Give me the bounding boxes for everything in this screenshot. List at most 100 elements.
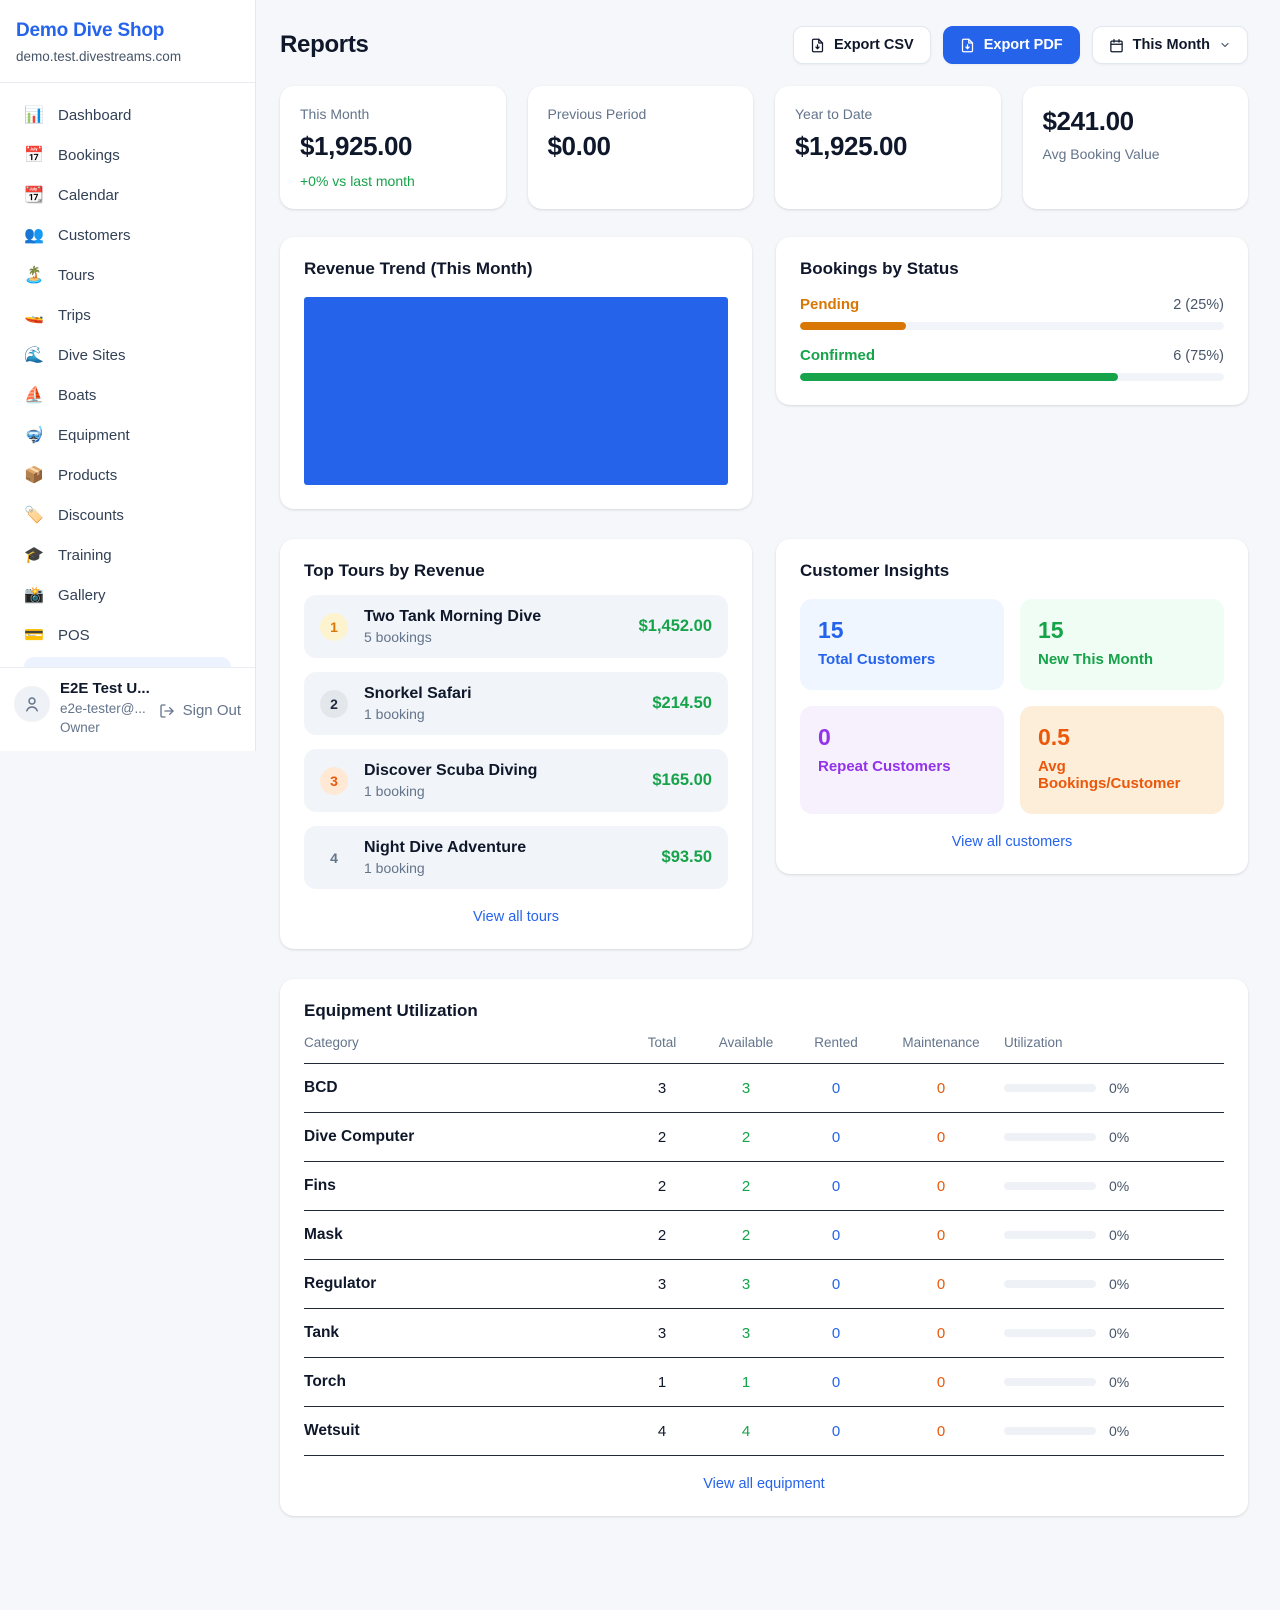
header-actions: Export CSV Export PDF This Month <box>793 26 1248 64</box>
bookings-status-title: Bookings by Status <box>800 259 1224 279</box>
sidebar-item-tours[interactable]: 🏝️ Tours <box>12 257 243 294</box>
cell-rented: 0 <box>794 1374 878 1391</box>
sidebar-item-products[interactable]: 📦 Products <box>12 457 243 494</box>
cell-category: Fins <box>304 1177 626 1195</box>
cell-rented: 0 <box>794 1129 878 1146</box>
period-dropdown[interactable]: This Month <box>1092 26 1248 64</box>
export-pdf-button[interactable]: Export PDF <box>943 26 1080 64</box>
person-icon <box>23 695 41 713</box>
period-label: This Month <box>1133 37 1210 53</box>
cell-maintenance: 0 <box>878 1276 1004 1293</box>
view-all-equipment-link[interactable]: View all equipment <box>304 1476 1224 1492</box>
sidebar-item-reports-partial[interactable] <box>24 657 231 667</box>
cell-maintenance: 0 <box>878 1178 1004 1195</box>
sign-out-button[interactable]: Sign Out <box>159 702 241 719</box>
cell-maintenance: 0 <box>878 1374 1004 1391</box>
column-header-available: Available <box>698 1035 794 1050</box>
progress-fill-pending <box>800 322 906 330</box>
cell-available: 3 <box>698 1080 794 1097</box>
cell-utilization: 0% <box>1109 1129 1129 1145</box>
table-row: Wetsuit 4 4 0 0 0% <box>304 1407 1224 1456</box>
sidebar-item-bookings[interactable]: 📅 Bookings <box>12 137 243 174</box>
column-header-maintenance: Maintenance <box>878 1035 1004 1050</box>
view-all-customers-link[interactable]: View all customers <box>800 834 1224 850</box>
tour-row: 4 Night Dive Adventure 1 booking $93.50 <box>304 826 728 889</box>
status-count: 2 (25%) <box>1173 297 1224 313</box>
sidebar-item-label: Training <box>58 547 112 564</box>
sidebar-item-gallery[interactable]: 📸 Gallery <box>12 577 243 614</box>
sidebar-item-dive-sites[interactable]: 🌊 Dive Sites <box>12 337 243 374</box>
status-row-confirmed: Confirmed 6 (75%) <box>800 347 1224 381</box>
column-header-total: Total <box>626 1035 698 1050</box>
cell-total: 3 <box>626 1080 698 1097</box>
sidebar-item-training[interactable]: 🎓 Training <box>12 537 243 574</box>
stat-label: Year to Date <box>795 106 981 122</box>
table-row: Tank 3 3 0 0 0% <box>304 1309 1224 1358</box>
cell-utilization: 0% <box>1109 1325 1129 1341</box>
tile-value: 15 <box>818 617 986 644</box>
sidebar-item-label: Customers <box>58 227 131 244</box>
insights-grid: 15 Total Customers 15 New This Month 0 R… <box>800 599 1224 814</box>
sidebar-item-pos[interactable]: 💳 POS <box>12 617 243 654</box>
stat-delta: +0% vs last month <box>300 173 486 189</box>
table-row: BCD 3 3 0 0 0% <box>304 1064 1224 1113</box>
insight-tile-new-this-month: 15 New This Month <box>1020 599 1224 690</box>
cell-available: 2 <box>698 1178 794 1195</box>
dashboard-icon: 📊 <box>24 108 44 124</box>
column-header-rented: Rented <box>794 1035 878 1050</box>
sidebar-item-equipment[interactable]: 🤿 Equipment <box>12 417 243 454</box>
sidebar-item-calendar[interactable]: 📆 Calendar <box>12 177 243 214</box>
column-header-utilization: Utilization <box>1004 1035 1224 1050</box>
cell-available: 2 <box>698 1129 794 1146</box>
calendar-icon: 📆 <box>24 188 44 204</box>
top-tours-card: Top Tours by Revenue 1 Two Tank Morning … <box>280 539 752 949</box>
sidebar-item-label: Dive Sites <box>58 347 126 364</box>
sidebar-item-boats[interactable]: ⛵ Boats <box>12 377 243 414</box>
tour-bookings: 1 booking <box>364 860 526 876</box>
sidebar-item-dashboard[interactable]: 📊 Dashboard <box>12 97 243 134</box>
sidebar-item-customers[interactable]: 👥 Customers <box>12 217 243 254</box>
tile-label: Repeat Customers <box>818 758 986 775</box>
stat-card-this-month: This Month $1,925.00 +0% vs last month <box>280 86 506 209</box>
cell-rented: 0 <box>794 1423 878 1440</box>
sidebar-item-discounts[interactable]: 🏷️ Discounts <box>12 497 243 534</box>
progress-fill-confirmed <box>800 373 1118 381</box>
cell-available: 1 <box>698 1374 794 1391</box>
view-all-tours-link[interactable]: View all tours <box>304 909 728 925</box>
brand-title: Demo Dive Shop <box>16 20 239 42</box>
stat-card-avg-booking-value: $241.00 Avg Booking Value <box>1023 86 1249 209</box>
main-content: Reports Export CSV Export PDF This Month… <box>256 0 1280 1556</box>
cell-total: 2 <box>626 1178 698 1195</box>
utilization-bar <box>1004 1329 1096 1337</box>
tour-row: 1 Two Tank Morning Dive 5 bookings $1,45… <box>304 595 728 658</box>
status-label: Pending <box>800 296 859 313</box>
status-row-pending: Pending 2 (25%) <box>800 296 1224 330</box>
charts-row: Revenue Trend (This Month) Bookings by S… <box>280 237 1248 509</box>
stat-value: $1,925.00 <box>795 131 981 162</box>
sidebar-item-label: Bookings <box>58 147 120 164</box>
cell-utilization: 0% <box>1109 1178 1129 1194</box>
sidebar-item-label: Gallery <box>58 587 106 604</box>
sidebar: Demo Dive Shop demo.test.divestreams.com… <box>0 0 256 751</box>
pos-icon: 💳 <box>24 628 44 644</box>
table-row: Dive Computer 2 2 0 0 0% <box>304 1113 1224 1162</box>
rank-badge: 1 <box>320 613 348 641</box>
page-title: Reports <box>280 31 369 59</box>
sidebar-item-trips[interactable]: 🚤 Trips <box>12 297 243 334</box>
sidebar-item-label: Calendar <box>58 187 119 204</box>
cell-total: 1 <box>626 1374 698 1391</box>
cell-available: 3 <box>698 1276 794 1293</box>
export-csv-button[interactable]: Export CSV <box>793 26 931 64</box>
tile-label: New This Month <box>1038 651 1206 668</box>
cell-utilization: 0% <box>1109 1423 1129 1439</box>
cell-utilization: 0% <box>1109 1227 1129 1243</box>
sidebar-item-label: Discounts <box>58 507 124 524</box>
cell-utilization: 0% <box>1109 1374 1129 1390</box>
equipment-utilization-card: Equipment Utilization Category Total Ava… <box>280 979 1248 1516</box>
cell-maintenance: 0 <box>878 1080 1004 1097</box>
bookings-status-card: Bookings by Status Pending 2 (25%) Confi… <box>776 237 1248 405</box>
table-row: Regulator 3 3 0 0 0% <box>304 1260 1224 1309</box>
utilization-bar <box>1004 1084 1096 1092</box>
products-icon: 📦 <box>24 468 44 484</box>
stat-value: $1,925.00 <box>300 131 486 162</box>
